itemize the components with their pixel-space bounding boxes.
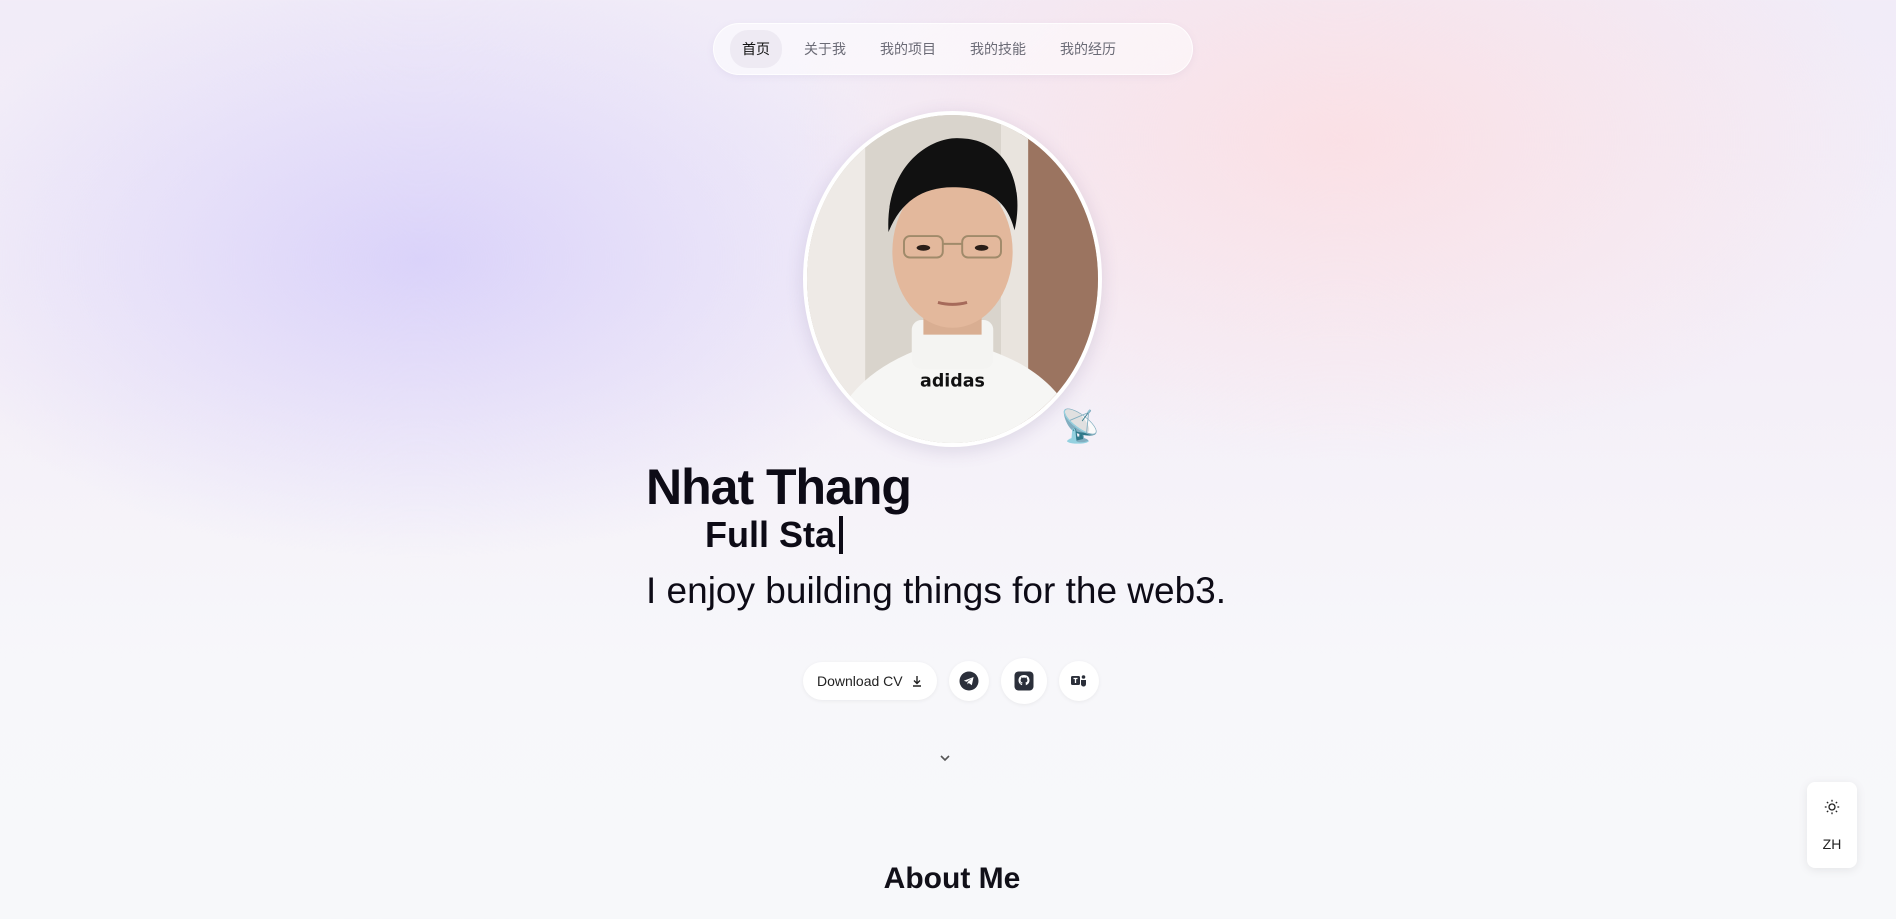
about-section-title: About Me xyxy=(883,862,1021,895)
nav-item-home[interactable]: 首页 xyxy=(730,30,782,68)
theme-toggle-button[interactable] xyxy=(1824,799,1840,815)
sun-icon xyxy=(1824,799,1840,814)
typing-cursor xyxy=(839,516,844,554)
avatar-photo: adidas xyxy=(807,115,1098,443)
telegram-icon xyxy=(959,671,979,691)
chevron-down-icon[interactable] xyxy=(937,750,953,766)
hero-name: Nhat Thang xyxy=(646,459,912,515)
hero-actions: Download CV xyxy=(803,658,1099,704)
nav-item-about[interactable]: 关于我 xyxy=(792,30,858,68)
github-icon xyxy=(1014,671,1034,691)
teams-button[interactable] xyxy=(1058,661,1099,701)
teams-icon xyxy=(1070,675,1086,687)
download-icon xyxy=(912,676,921,687)
nav-item-skills[interactable]: 我的技能 xyxy=(958,30,1038,68)
hero-role-typing: Full Sta xyxy=(705,514,844,556)
satellite-dish-icon: 📡 xyxy=(1060,408,1100,444)
download-cv-button[interactable]: Download CV xyxy=(803,662,937,700)
top-nav: 首页 关于我 我的项目 我的技能 我的经历 xyxy=(713,23,1193,75)
avatar: adidas xyxy=(803,111,1102,447)
hero-tagline: I enjoy building things for the web3. xyxy=(646,570,1227,611)
nav-item-projects[interactable]: 我的项目 xyxy=(868,30,948,68)
floating-controls: ZH xyxy=(1807,782,1857,868)
language-toggle-button[interactable]: ZH xyxy=(1823,836,1842,852)
download-cv-label: Download CV xyxy=(817,673,903,689)
github-button[interactable] xyxy=(1000,658,1047,704)
svg-text:adidas: adidas xyxy=(920,371,985,391)
nav-item-experience[interactable]: 我的经历 xyxy=(1048,30,1128,68)
hero-role-text: Full Sta xyxy=(705,514,836,555)
telegram-button[interactable] xyxy=(948,661,989,701)
